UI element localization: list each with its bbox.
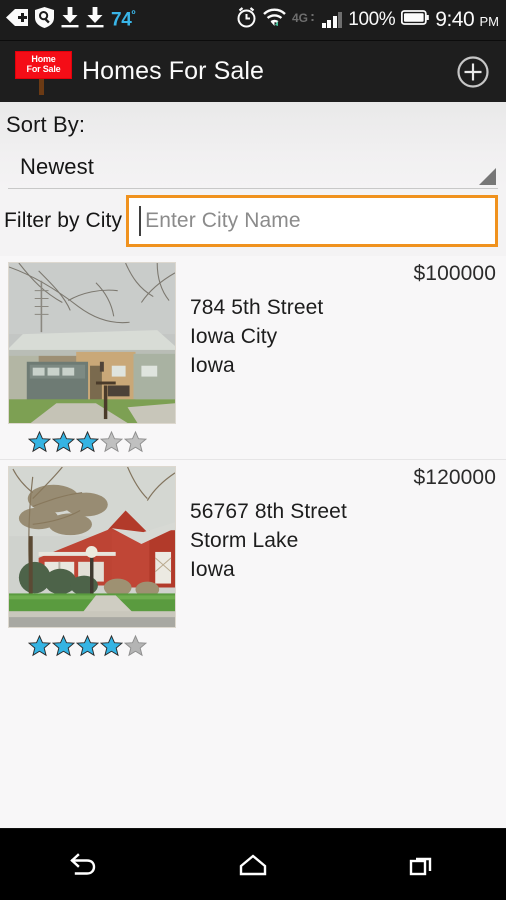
sort-by-selected-value: Newest: [20, 154, 94, 179]
download-icon: [86, 7, 104, 33]
sort-by-label: Sort By:: [6, 112, 86, 137]
city-search-input[interactable]: Enter City Name: [126, 195, 498, 247]
download-icon: [61, 7, 79, 33]
svg-text:4G: 4G: [292, 11, 308, 25]
temperature-indicator: 74º: [111, 8, 136, 31]
clock-time: 9:40: [435, 8, 475, 31]
house-photo-tan-brick-ranch: [9, 263, 175, 423]
clock-ampm: PM: [479, 14, 500, 29]
recent-apps-icon: [409, 857, 431, 875]
battery-full-icon: [401, 10, 430, 30]
list-item[interactable]: $100000 784 5th Street Iowa City Iowa: [0, 256, 506, 459]
star-icon-filled: [28, 634, 51, 657]
app-logo-icon: Home For Sale: [12, 49, 74, 95]
filter-by-city-label: Filter by City: [4, 209, 123, 232]
listing-row: $100000 784 5th Street Iowa City Iowa: [0, 262, 506, 424]
listing-address: 784 5th Street Iowa City Iowa: [190, 293, 496, 380]
star-icon-filled: [76, 430, 99, 453]
list-item[interactable]: $120000 56767 8th Street Storm Lake Iowa: [0, 459, 506, 663]
listings-list[interactable]: $100000 784 5th Street Iowa City Iowa $1…: [0, 256, 506, 663]
listing-city: Storm Lake: [190, 529, 299, 552]
status-bar: 74º 4G 100% 9:40 PM: [0, 0, 506, 41]
listing-state: Iowa: [190, 354, 235, 377]
action-bar: Home For Sale Homes For Sale: [0, 41, 506, 102]
alarm-clock-icon: [236, 7, 257, 33]
star-icon-empty: [124, 430, 147, 453]
wifi-icon: [262, 8, 286, 33]
back-arrow-icon: [70, 852, 96, 875]
signal-bars-icon: [321, 12, 343, 28]
listing-photo: [8, 466, 176, 628]
network-type-label: 4G: [292, 11, 316, 30]
star-icon-filled: [100, 634, 123, 657]
for-sale-sign: Home For Sale: [15, 50, 72, 79]
status-badge: [0, 424, 506, 457]
temperature-value: 74: [111, 9, 132, 31]
star-icon-filled: [28, 430, 51, 453]
house-photo-red-sided-house: [9, 467, 175, 627]
temperature-unit: º: [131, 8, 136, 21]
battery-percent-label: 100%: [348, 9, 396, 30]
listing-price: $100000: [413, 262, 496, 285]
status-badge: [0, 628, 506, 661]
star-icon-empty: [124, 634, 147, 657]
nav-recents-button[interactable]: [382, 841, 462, 889]
listing-city: Iowa City: [190, 325, 278, 348]
star-icon-empty: [100, 430, 123, 453]
status-bar-right-icons: 4G 100% 9:40 PM: [236, 7, 499, 33]
system-navigation-bar: [0, 828, 506, 900]
add-listing-button[interactable]: [456, 55, 490, 89]
phone-screen: 74º 4G 100% 9:40 PM Home For Sale Homes …: [0, 0, 506, 900]
listing-price: $120000: [413, 466, 496, 489]
plus-circle-icon: [457, 55, 489, 88]
listing-details: $100000 784 5th Street Iowa City Iowa: [176, 262, 506, 380]
listing-street: 784 5th Street: [190, 296, 324, 319]
shield-search-icon: [35, 7, 54, 33]
listing-state: Iowa: [190, 558, 235, 581]
listing-street: 56767 8th Street: [190, 500, 347, 523]
listing-details: $120000 56767 8th Street Storm Lake Iowa: [176, 466, 506, 584]
star-icon-filled: [52, 430, 75, 453]
sort-by-spinner[interactable]: Newest: [8, 146, 498, 189]
back-plus-icon: [6, 9, 28, 31]
nav-home-button[interactable]: [213, 841, 293, 889]
clock: 9:40 PM: [435, 8, 499, 32]
sort-section: Sort By: Newest: [0, 102, 506, 189]
listing-address: 56767 8th Street Storm Lake Iowa: [190, 497, 496, 584]
home-icon: [239, 853, 267, 875]
filter-by-city-row: Filter by City Enter City Name: [0, 189, 506, 256]
city-input-placeholder: Enter City Name: [145, 209, 301, 232]
listing-row: $120000 56767 8th Street Storm Lake Iowa: [0, 466, 506, 628]
logo-line-2: For Sale: [26, 63, 61, 74]
star-icon-filled: [76, 634, 99, 657]
star-icon-filled: [52, 634, 75, 657]
page-title: Homes For Sale: [82, 57, 265, 85]
status-bar-left-icons: 74º: [6, 7, 136, 33]
dropdown-triangle-icon: [479, 168, 496, 185]
text-caret: [139, 206, 142, 236]
listing-photo: [8, 262, 176, 424]
nav-back-button[interactable]: [44, 841, 124, 889]
